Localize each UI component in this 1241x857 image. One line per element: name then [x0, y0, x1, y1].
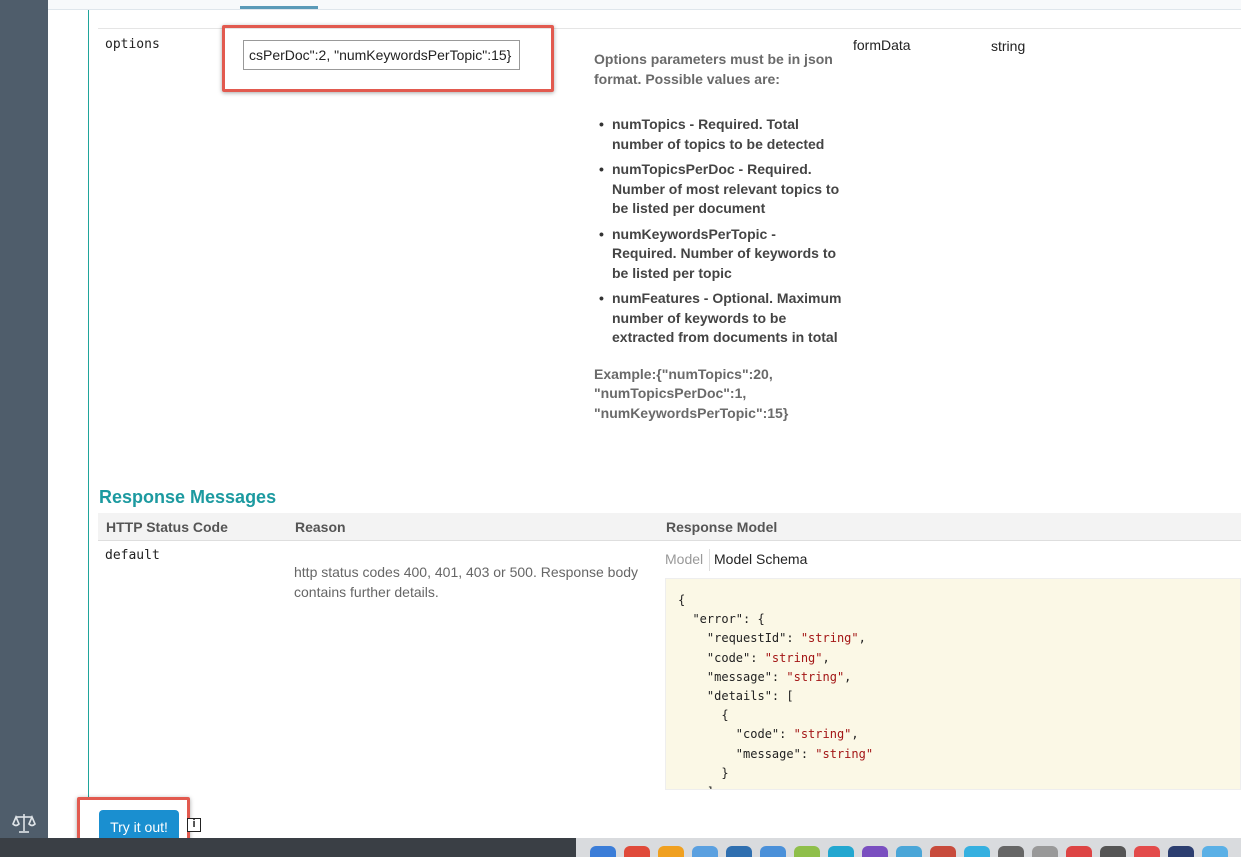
dock-app-icon[interactable]	[658, 846, 684, 857]
dock-app-icon[interactable]	[828, 846, 854, 857]
tab-separator	[709, 549, 710, 571]
schema-line: "requestId": "string",	[678, 631, 866, 646]
description-intro: Options parameters must be in json forma…	[594, 51, 833, 87]
schema-line: "message": "string"	[678, 746, 874, 761]
dock-app-icon[interactable]	[930, 846, 956, 857]
dock-app-icon[interactable]	[1032, 846, 1058, 857]
model-schema-code: { "error": { "requestId": "string", "cod…	[665, 578, 1241, 790]
schema-line: "code": "string",	[678, 650, 830, 665]
response-messages-heading: Response Messages	[99, 487, 277, 507]
dock-app-icon[interactable]	[964, 846, 990, 857]
column-response-model: Response Model	[666, 519, 778, 535]
tab-model-schema[interactable]: Model Schema	[714, 551, 807, 567]
dock-app-icon[interactable]	[1134, 846, 1160, 857]
dock-app-icon[interactable]	[896, 846, 922, 857]
dock-app-icon[interactable]	[794, 846, 820, 857]
tab-model[interactable]: Model	[665, 551, 703, 567]
parameter-name: options	[105, 37, 160, 52]
scale-icon[interactable]	[12, 812, 36, 834]
schema-line: }	[678, 765, 729, 780]
dock-app-icon[interactable]	[998, 846, 1024, 857]
schema-line: "message": "string",	[678, 669, 852, 684]
dock-app-icon[interactable]	[1066, 846, 1092, 857]
schema-line: "details": [	[678, 689, 794, 704]
dock-app-icon[interactable]	[862, 846, 888, 857]
schema-line: "error": {	[678, 612, 765, 627]
dock-app-icon[interactable]	[726, 846, 752, 857]
dock-app-icon[interactable]	[624, 846, 650, 857]
schema-line: "code": "string",	[678, 727, 859, 742]
response-status-code: default	[105, 548, 160, 563]
column-reason: Reason	[295, 519, 346, 535]
column-status-code: HTTP Status Code	[106, 519, 228, 535]
parameter-type: formData	[853, 37, 911, 53]
dock	[576, 838, 1241, 857]
option-item: numTopics - Required. Total number of to…	[594, 115, 844, 154]
dock-app-icon[interactable]	[1202, 846, 1228, 857]
schema-line: {	[678, 593, 686, 607]
response-reason: http status codes 400, 401, 403 or 500. …	[294, 564, 639, 600]
option-item: numTopicsPerDoc - Required. Number of mo…	[594, 160, 844, 219]
dock-app-icon[interactable]	[590, 846, 616, 857]
option-item: numFeatures - Optional. Maximum number o…	[594, 289, 844, 348]
parameter-description: Options parameters must be in json forma…	[594, 50, 844, 423]
info-icon[interactable]: i	[187, 818, 201, 832]
operation-border	[88, 10, 89, 800]
options-example: Example:{"numTopics":20, "numTopicsPerDo…	[594, 365, 789, 421]
desktop-area	[576, 800, 1241, 840]
dock-app-icon[interactable]	[1100, 846, 1126, 857]
schema-line: {	[678, 708, 729, 723]
options-input[interactable]: csPerDoc":2, "numKeywordsPerTopic":15}	[243, 40, 520, 70]
option-item: numKeywordsPerTopic - Required. Number o…	[594, 225, 844, 284]
options-list: numTopics - Required. Total number of to…	[594, 115, 844, 348]
dock-app-icon[interactable]	[1168, 846, 1194, 857]
dock-app-icon[interactable]	[692, 846, 718, 857]
dock-app-icon[interactable]	[760, 846, 786, 857]
left-rail	[0, 0, 48, 857]
active-tab-indicator	[240, 6, 318, 9]
top-tab-strip	[48, 0, 1241, 10]
response-table-header: HTTP Status Code Reason Response Model	[98, 513, 1241, 541]
schema-line: ]	[678, 783, 1240, 789]
parameter-data-type: string	[991, 38, 1026, 54]
